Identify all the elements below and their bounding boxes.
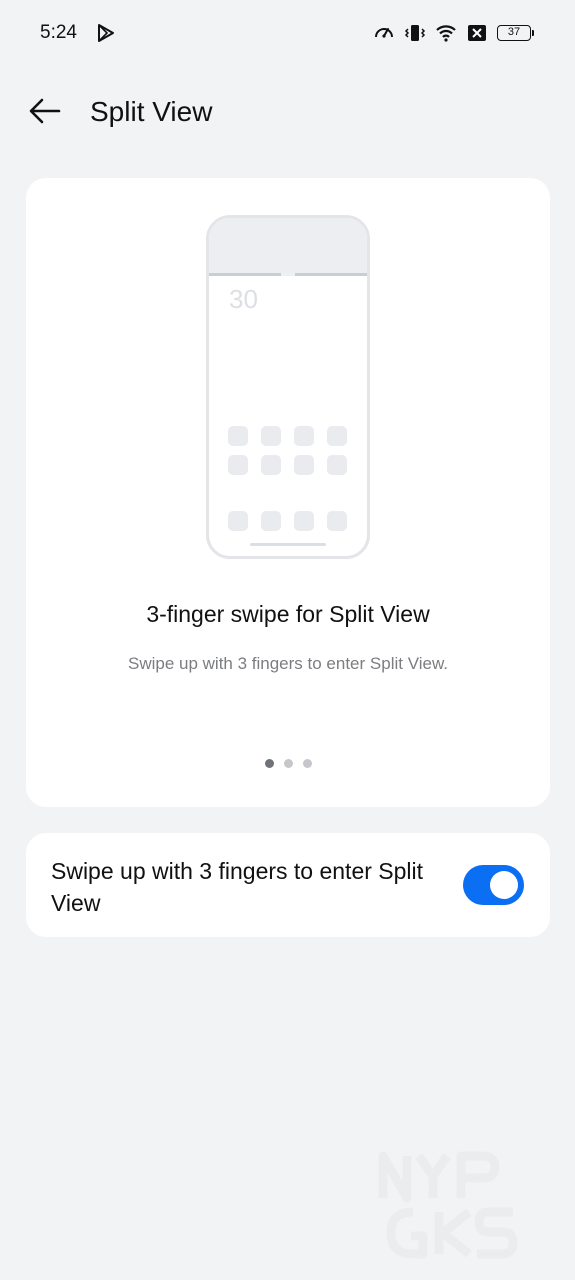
page-dot-1[interactable]	[264, 759, 274, 768]
app-tile	[261, 455, 281, 475]
app-grid	[228, 426, 347, 475]
back-arrow-icon[interactable]	[28, 96, 62, 126]
app-tile	[261, 426, 281, 446]
page-indicator	[26, 759, 550, 768]
page-dot-2[interactable]	[283, 759, 293, 768]
status-bar: 5:24 37	[0, 0, 575, 66]
split-view-toggle[interactable]	[463, 865, 524, 905]
split-view-setting-card[interactable]: Swipe up with 3 fingers to enter Split V…	[26, 833, 550, 937]
speedometer-icon	[375, 28, 393, 38]
app-tile	[228, 511, 248, 531]
x-box-icon	[468, 25, 486, 41]
watermark-logo	[378, 1151, 518, 1259]
app-tile	[228, 455, 248, 475]
wifi-icon	[436, 25, 456, 42]
app-tile	[261, 511, 281, 531]
app-tile	[327, 511, 347, 531]
setting-label: Swipe up with 3 fingers to enter Split V…	[51, 858, 424, 916]
illustration-clock: 30	[229, 284, 258, 314]
vibrate-icon	[404, 25, 426, 41]
app-tile	[294, 426, 314, 446]
home-indicator	[250, 543, 326, 546]
feature-title: 3-finger swipe for Split View	[146, 601, 430, 627]
app-tile	[228, 426, 248, 446]
split-top-pane	[209, 218, 367, 273]
status-time: 5:24	[40, 22, 77, 43]
phone-illustration: 30	[206, 215, 370, 559]
toggle-knob	[490, 871, 518, 899]
app-tile	[294, 455, 314, 475]
app-tile	[294, 511, 314, 531]
app-tile	[327, 426, 347, 446]
feature-illustration-card: 30 3-finger swipe for Split View Swipe u…	[26, 178, 550, 807]
feature-description: Swipe up with 3 fingers to enter Split V…	[127, 654, 449, 673]
split-divider-handle	[281, 273, 295, 276]
page-dot-3[interactable]	[302, 759, 312, 768]
battery-icon: 37	[497, 25, 534, 41]
app-tile	[327, 455, 347, 475]
dock-grid	[228, 511, 347, 531]
app-header: Split View	[0, 88, 575, 136]
page-title: Split View	[90, 96, 213, 127]
play-store-icon	[98, 24, 114, 42]
